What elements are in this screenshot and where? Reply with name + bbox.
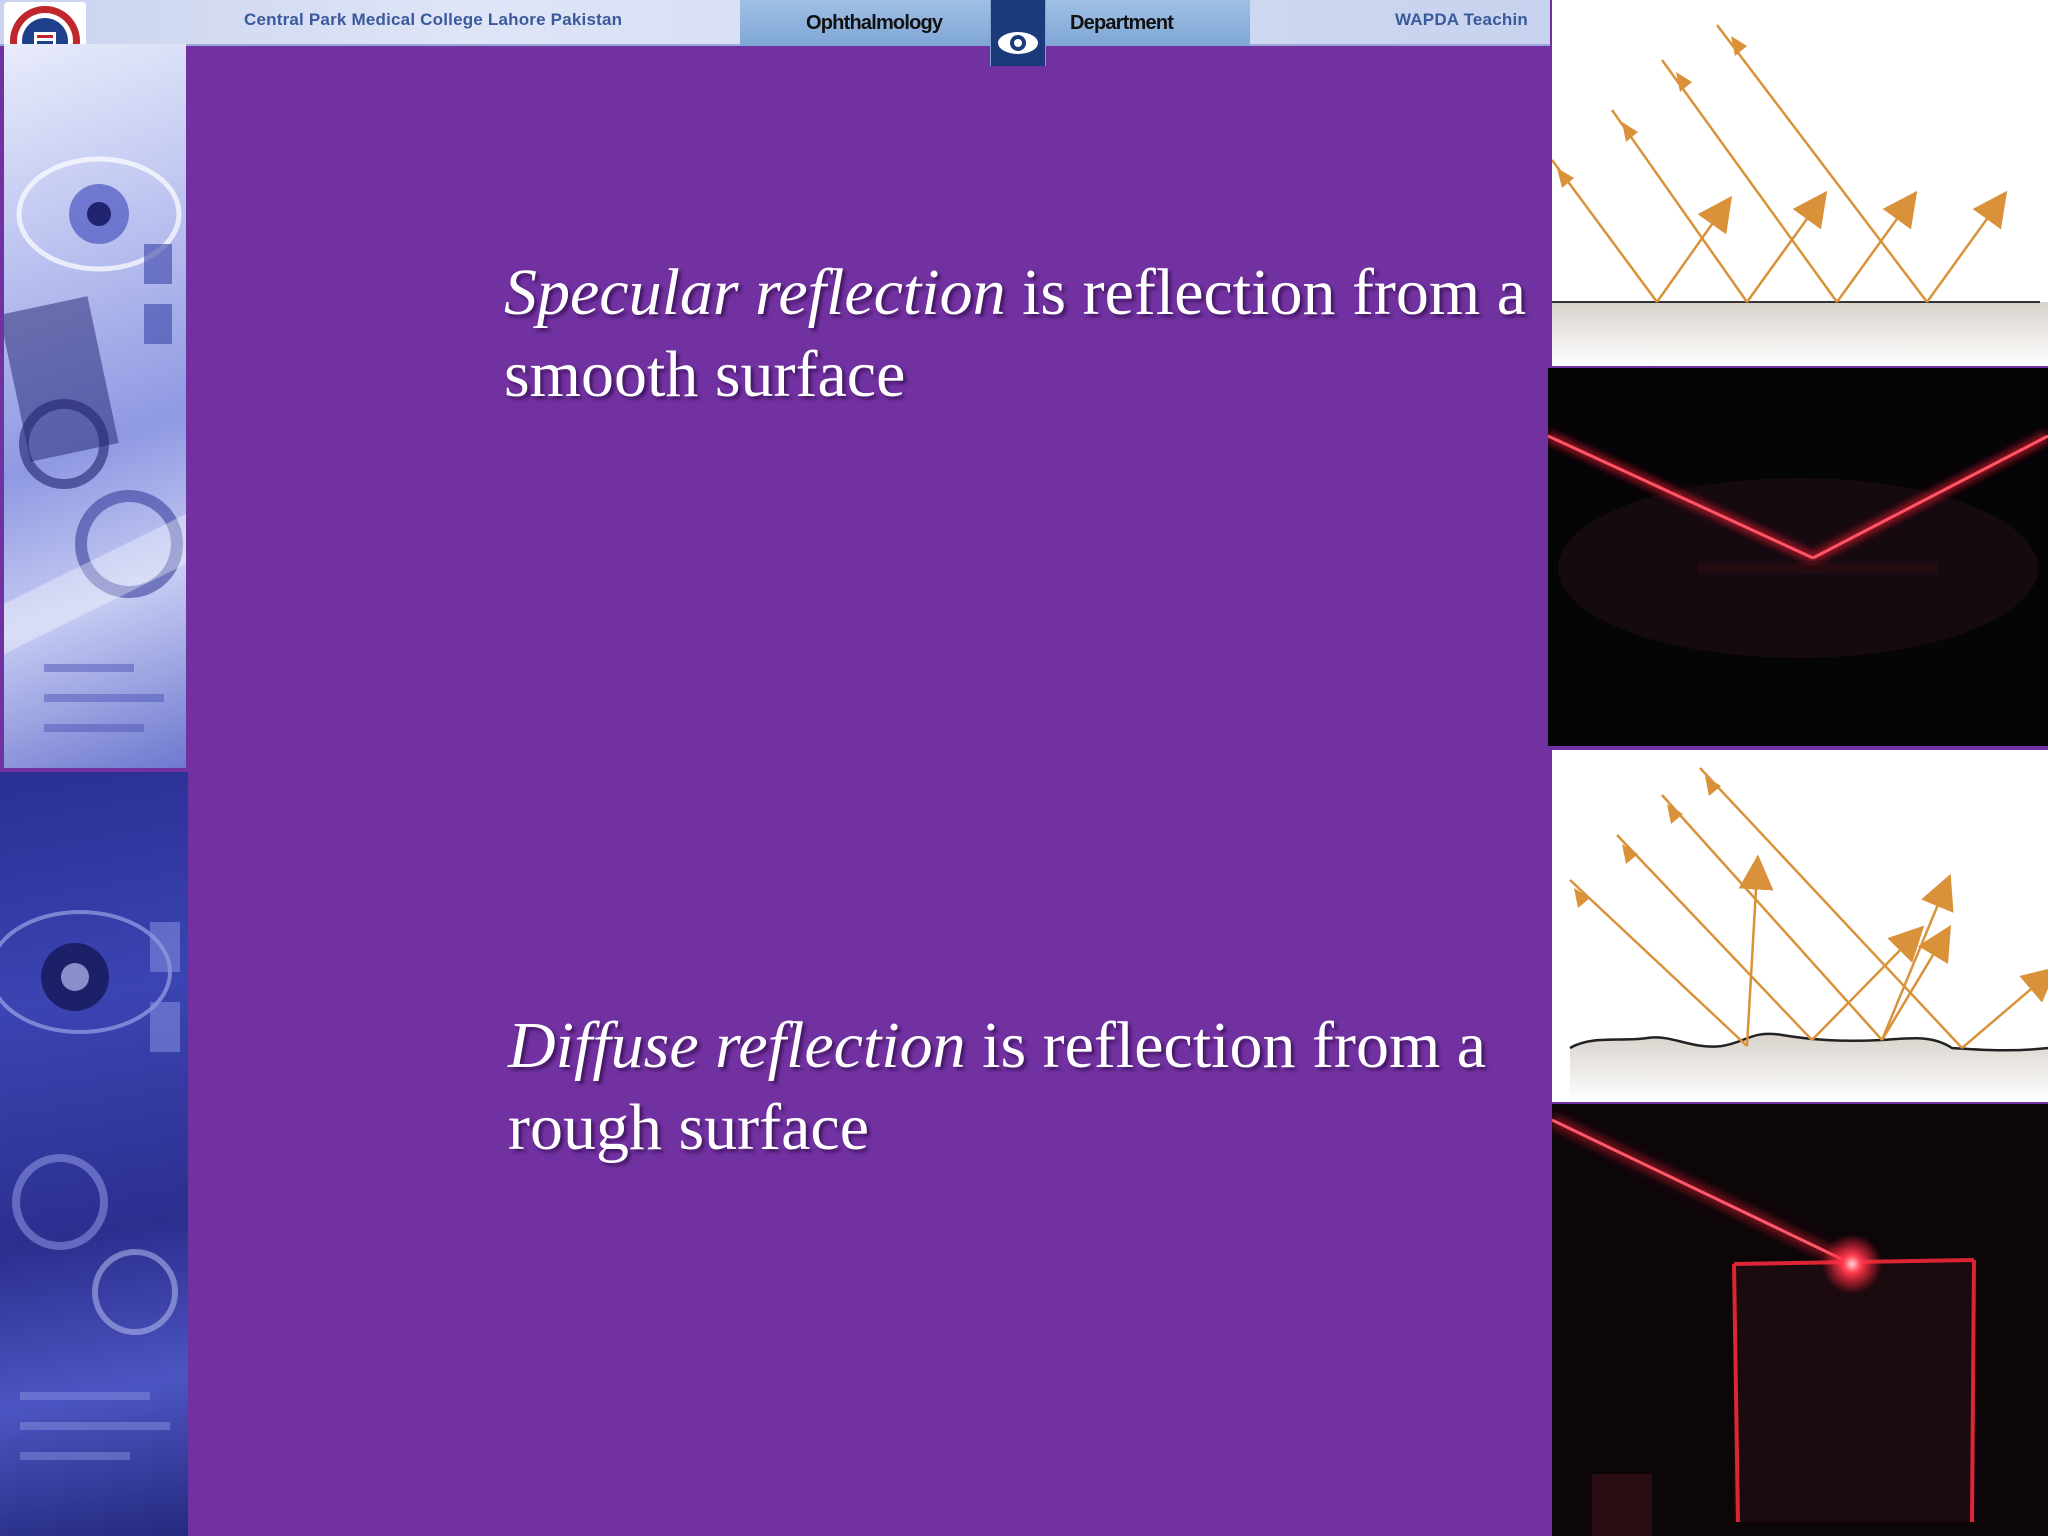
eye-collage-dark-icon	[0, 910, 180, 1460]
college-name: Central Park Medical College Lahore Paki…	[244, 10, 623, 29]
diffuse-reflection-diagram-icon	[1569, 767, 2048, 1102]
specular-reflection-diagram-icon	[1552, 24, 2048, 366]
eye-emblem	[990, 0, 1046, 66]
diffuse-term: Diffuse reflection	[508, 1009, 966, 1082]
specular-term: Specular reflection	[504, 256, 1006, 329]
slide: Central Park Medical College Lahore Paki…	[0, 0, 2048, 1536]
specular-reflection-text: Specular reflection is reflection from a…	[504, 252, 1544, 416]
laser-rough-surface-photo-icon	[1552, 1104, 2048, 1536]
eye-icon	[998, 32, 1038, 54]
teaching-hospital-name: WAPDA Teachin	[1395, 10, 1528, 29]
left-decorative-strip-top	[4, 44, 186, 768]
header-banner: Central Park Medical College Lahore Paki…	[0, 0, 1550, 46]
left-decorative-strip-bottom	[0, 772, 188, 1536]
laser-mirror-reflection-photo-icon	[1548, 368, 2048, 746]
department-title-left: Ophthalmology	[806, 12, 943, 34]
eye-collage-icon	[4, 156, 186, 732]
specular-laser-photo	[1548, 368, 2048, 746]
diffuse-reflection-diagram	[1552, 750, 2048, 1102]
diffuse-reflection-text: Diffuse reflection is reflection from a …	[508, 1005, 1548, 1169]
diffuse-laser-photo	[1552, 1104, 2048, 1536]
department-title-right: Department	[1070, 12, 1174, 34]
specular-reflection-diagram	[1552, 0, 2048, 366]
